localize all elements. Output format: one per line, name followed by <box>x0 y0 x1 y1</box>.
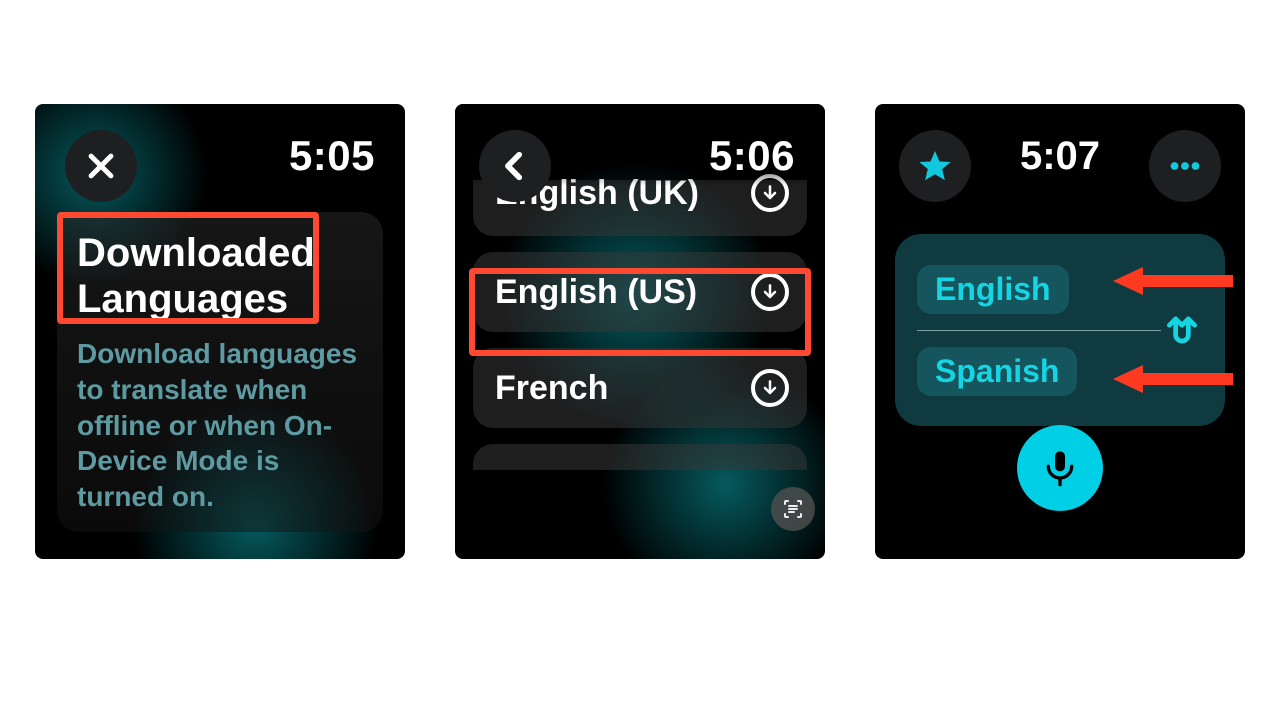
swap-icon <box>1163 311 1201 349</box>
star-icon <box>917 148 953 184</box>
close-icon <box>84 149 118 183</box>
watch-screen-3: 5:07 English Spanish <box>875 104 1245 559</box>
status-time: 5:06 <box>709 132 795 180</box>
more-button[interactable] <box>1149 130 1221 202</box>
language-row[interactable] <box>473 444 807 470</box>
language-label: French <box>495 369 608 408</box>
close-button[interactable] <box>65 130 137 202</box>
scan-text-icon <box>781 497 805 521</box>
download-icon <box>760 183 780 203</box>
download-button[interactable] <box>751 369 789 407</box>
source-language-chip[interactable]: English <box>917 265 1069 314</box>
microphone-button[interactable] <box>1017 425 1103 511</box>
watch-screen-1: 5:05 Downloaded Languages Download langu… <box>35 104 405 559</box>
swap-languages-button[interactable] <box>1161 311 1203 349</box>
download-icon <box>760 282 780 302</box>
language-row[interactable]: English (US) <box>473 252 807 332</box>
status-time: 5:05 <box>289 132 375 180</box>
language-pair-panel[interactable]: English Spanish <box>895 234 1225 426</box>
downloaded-languages-panel[interactable]: Downloaded Languages Download languages … <box>57 212 383 532</box>
download-button[interactable] <box>751 273 789 311</box>
microphone-icon <box>1040 448 1080 488</box>
language-label: English (US) <box>495 273 697 312</box>
language-list[interactable]: English (UK) English (US) French <box>473 180 807 470</box>
chevron-left-icon <box>498 149 532 183</box>
scan-text-button[interactable] <box>771 487 815 531</box>
language-row[interactable]: French <box>473 348 807 428</box>
panel-title: Downloaded Languages <box>77 230 363 322</box>
target-language-chip[interactable]: Spanish <box>917 347 1077 396</box>
divider <box>917 330 1161 331</box>
source-language-label: English <box>935 271 1051 308</box>
watch-screen-2: 5:06 English (UK) English (US) French <box>455 104 825 559</box>
favorites-button[interactable] <box>899 130 971 202</box>
panel-description: Download languages to translate when off… <box>77 336 363 515</box>
download-icon <box>760 378 780 398</box>
ellipsis-icon <box>1167 148 1203 184</box>
target-language-label: Spanish <box>935 353 1059 390</box>
back-button[interactable] <box>479 130 551 202</box>
